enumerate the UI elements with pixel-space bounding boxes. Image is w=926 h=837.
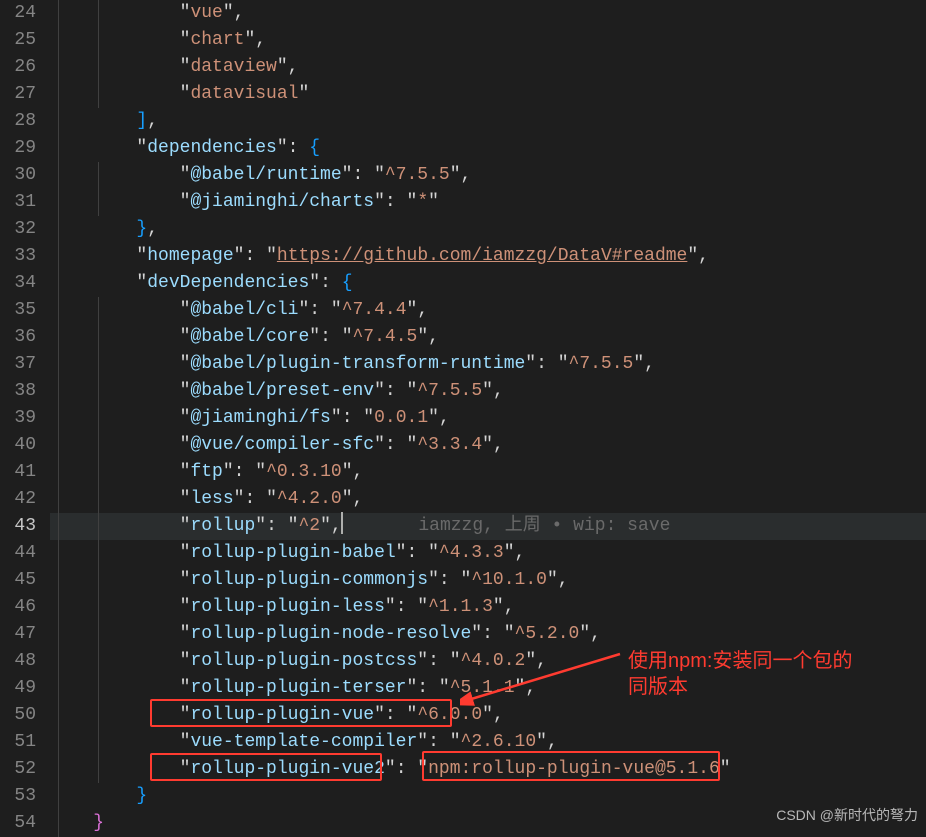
line-number: 48 — [0, 648, 36, 675]
code-line[interactable]: "less": "^4.2.0", — [50, 486, 926, 513]
code-line[interactable]: "devDependencies": { — [50, 270, 926, 297]
line-number: 45 — [0, 567, 36, 594]
code-line[interactable]: "@babel/plugin-transform-runtime": "^7.5… — [50, 351, 926, 378]
line-number-gutter: 2425262728293031323334353637383940414243… — [0, 0, 46, 835]
line-number: 38 — [0, 378, 36, 405]
code-line[interactable]: "vue-template-compiler": "^2.6.10", — [50, 729, 926, 756]
code-line[interactable]: "homepage": "https://github.com/iamzzg/D… — [50, 243, 926, 270]
line-number: 53 — [0, 783, 36, 810]
line-number: 31 — [0, 189, 36, 216]
code-line[interactable]: "datavisual" — [50, 81, 926, 108]
line-number: 25 — [0, 27, 36, 54]
line-number: 50 — [0, 702, 36, 729]
line-number: 35 — [0, 297, 36, 324]
code-line[interactable]: "@babel/core": "^7.4.5", — [50, 324, 926, 351]
line-number: 26 — [0, 54, 36, 81]
annotation-line-2: 同版本 — [628, 674, 852, 700]
code-line[interactable]: "dependencies": { — [50, 135, 926, 162]
text-cursor — [341, 512, 343, 534]
code-line[interactable]: "chart", — [50, 27, 926, 54]
line-number: 54 — [0, 810, 36, 837]
line-number: 46 — [0, 594, 36, 621]
code-line[interactable]: "rollup-plugin-commonjs": "^10.1.0", — [50, 567, 926, 594]
line-number: 27 — [0, 81, 36, 108]
code-line[interactable]: "@jiaminghi/charts": "*" — [50, 189, 926, 216]
code-line[interactable]: "rollup-plugin-node-resolve": "^5.2.0", — [50, 621, 926, 648]
line-number: 47 — [0, 621, 36, 648]
line-number: 28 — [0, 108, 36, 135]
line-number: 34 — [0, 270, 36, 297]
line-number: 24 — [0, 0, 36, 27]
code-line[interactable]: "dataview", — [50, 54, 926, 81]
code-line[interactable]: "@babel/runtime": "^7.5.5", — [50, 162, 926, 189]
code-line[interactable]: "@vue/compiler-sfc": "^3.3.4", — [50, 432, 926, 459]
code-line[interactable]: "@jiaminghi/fs": "0.0.1", — [50, 405, 926, 432]
code-line[interactable]: "rollup-plugin-less": "^1.1.3", — [50, 594, 926, 621]
code-line[interactable]: ], — [50, 108, 926, 135]
line-number: 36 — [0, 324, 36, 351]
code-line[interactable]: "ftp": "^0.3.10", — [50, 459, 926, 486]
line-number: 49 — [0, 675, 36, 702]
line-number: 51 — [0, 729, 36, 756]
line-number: 44 — [0, 540, 36, 567]
line-number: 42 — [0, 486, 36, 513]
csdn-watermark: CSDN @新时代的弩力 — [776, 802, 918, 829]
code-line[interactable]: "rollup-plugin-vue2": "npm:rollup-plugin… — [50, 756, 926, 783]
line-number: 41 — [0, 459, 36, 486]
line-number: 37 — [0, 351, 36, 378]
annotation-line-1: 使用npm:安装同一个包的 — [628, 648, 852, 674]
line-number: 30 — [0, 162, 36, 189]
git-blame-annotation: iamzzg, 上周 • wip: save — [418, 516, 670, 536]
code-line[interactable]: }, — [50, 216, 926, 243]
line-number: 52 — [0, 756, 36, 783]
line-number: 43 — [0, 513, 36, 540]
code-editor[interactable]: "vue", "chart", "dataview", "datavisual"… — [46, 0, 926, 837]
line-number: 29 — [0, 135, 36, 162]
line-number: 40 — [0, 432, 36, 459]
line-number: 33 — [0, 243, 36, 270]
code-line[interactable]: "@babel/preset-env": "^7.5.5", — [50, 378, 926, 405]
code-line[interactable]: "rollup-plugin-babel": "^4.3.3", — [50, 540, 926, 567]
code-line[interactable]: "vue", — [50, 0, 926, 27]
line-number: 39 — [0, 405, 36, 432]
code-line[interactable]: "rollup": "^2", iamzzg, 上周 • wip: save — [50, 513, 926, 540]
annotation-text: 使用npm:安装同一个包的 同版本 — [628, 648, 852, 700]
code-line[interactable]: "rollup-plugin-vue": "^6.0.0", — [50, 702, 926, 729]
code-line[interactable]: "@babel/cli": "^7.4.4", — [50, 297, 926, 324]
line-number: 32 — [0, 216, 36, 243]
